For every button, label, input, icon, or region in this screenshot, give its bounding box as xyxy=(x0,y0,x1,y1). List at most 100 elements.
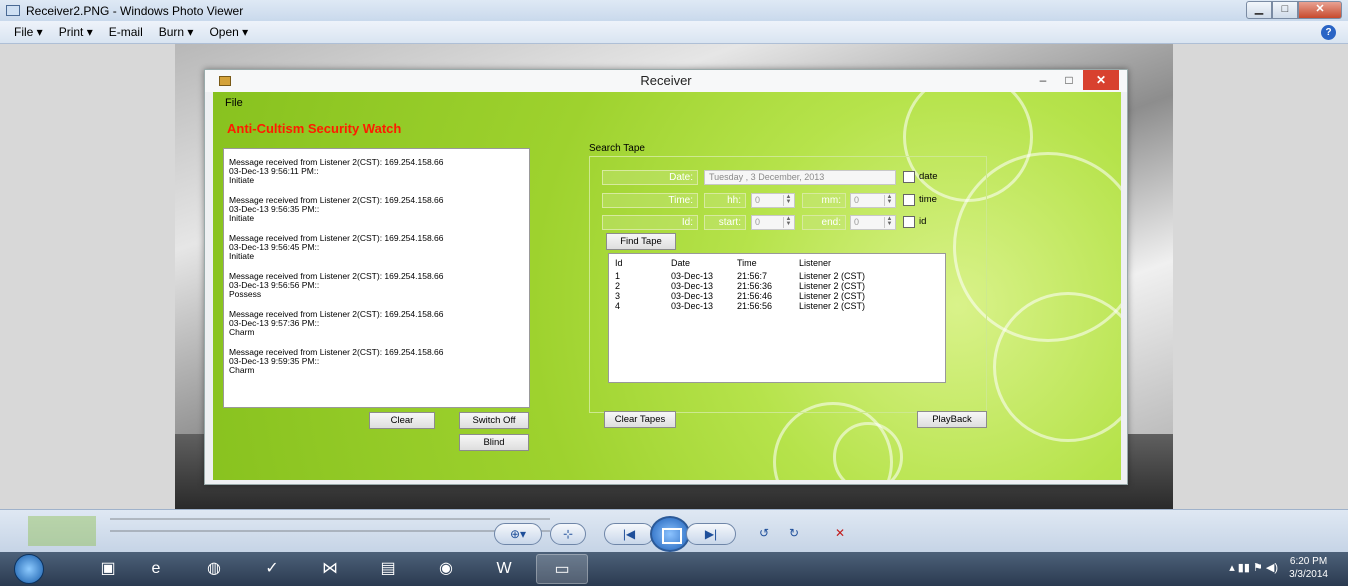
column-id: Id xyxy=(615,258,623,268)
message-body: Charm xyxy=(229,327,255,337)
receiver-titlebar: Receiver – □ ✕ xyxy=(205,70,1127,92)
tape-row: 1 03-Dec-13 21:56:7 Listener 2 (CST) xyxy=(609,271,945,281)
menu-open[interactable]: Open ▾ xyxy=(209,25,248,39)
tape-id: 1 xyxy=(615,271,621,281)
message-body: Charm xyxy=(229,365,255,375)
media-player-icon[interactable]: ▣ xyxy=(82,554,134,584)
hp-icon[interactable]: ◍ xyxy=(188,554,240,584)
swirl-decoration xyxy=(833,422,903,480)
tape-list-header: Id Date Time Listener xyxy=(609,258,945,271)
message-item: Message received from Listener 2(CST): 1… xyxy=(229,272,525,299)
help-icon[interactable]: ? xyxy=(1321,25,1336,40)
photo-viewer-titlebar: Receiver2.PNG - Windows Photo Viewer ▁ □… xyxy=(0,0,1348,21)
mm-value: 0 xyxy=(854,195,860,205)
visual-studio-icon[interactable]: ✓ xyxy=(246,554,298,584)
internet-explorer-icon[interactable]: e xyxy=(130,554,182,584)
message-item: Message received from Listener 2(CST): 1… xyxy=(229,348,525,375)
tape-row: 3 03-Dec-13 21:56:46 Listener 2 (CST) xyxy=(609,291,945,301)
tape-id: 3 xyxy=(615,291,621,301)
tape-date: 03-Dec-13 xyxy=(671,301,714,311)
chrome-icon[interactable]: ◉ xyxy=(420,554,472,584)
word-icon[interactable]: W xyxy=(478,554,530,584)
delete-icon[interactable]: ✕ xyxy=(826,523,854,545)
spinner-arrows-icon: ▲ ▼ xyxy=(783,216,793,228)
file-metadata xyxy=(110,518,550,542)
tape-date: 03-Dec-13 xyxy=(671,281,714,291)
slideshow-icon[interactable] xyxy=(650,516,690,552)
hh-value: 0 xyxy=(755,195,761,205)
tape-date: 03-Dec-13 xyxy=(671,271,714,281)
start-spinner: 0 ▲ ▼ xyxy=(751,215,795,230)
menu-email[interactable]: E-mail xyxy=(109,25,143,39)
rotate-right-icon[interactable]: ↻ xyxy=(780,523,808,545)
clock-time: 6:20 PM xyxy=(1289,556,1328,567)
menu-burn[interactable]: Burn ▾ xyxy=(159,25,194,39)
spinner-arrows-icon: ▲ ▼ xyxy=(884,194,894,206)
clear-button: Clear xyxy=(369,412,435,429)
tape-listener: Listener 2 (CST) xyxy=(799,271,866,281)
maximize-button[interactable]: □ xyxy=(1272,1,1298,19)
photo-viewer-taskbar-icon[interactable]: ▭ xyxy=(536,554,588,584)
message-item: Message received from Listener 2(CST): 1… xyxy=(229,310,525,337)
date-label: Date: xyxy=(602,170,698,185)
search-tape-label: Search Tape xyxy=(589,143,645,154)
taskbar: ▣ e ◍ ✓ ⋈ ▤ ◉ W ▭ ▴ ▮▮ ⚑ ◀) 6:20 PM 3/3/… xyxy=(0,552,1348,586)
file-explorer-icon[interactable]: ▤ xyxy=(362,554,414,584)
column-listener: Listener xyxy=(799,258,832,268)
time-checkbox xyxy=(903,194,915,206)
start-button[interactable] xyxy=(14,554,44,584)
zoom-icon[interactable]: ⊕▾ xyxy=(494,523,542,545)
message-timestamp: 03-Dec-13 9:57:36 PM:: xyxy=(229,318,320,328)
tape-time: 21:56:56 xyxy=(737,301,773,311)
photo-viewer-menu: File ▾ Print ▾ E-mail Burn ▾ Open ▾ ? xyxy=(0,21,1348,44)
tape-row: 4 03-Dec-13 21:56:56 Listener 2 (CST) xyxy=(609,301,945,311)
receiver-app-icon xyxy=(219,76,231,86)
column-date: Date xyxy=(671,258,691,268)
app-heading: Anti-Cultism Security Watch xyxy=(227,121,402,136)
tape-time: 21:56:46 xyxy=(737,291,773,301)
rotate-left-icon[interactable]: ↺ xyxy=(750,523,778,545)
system-tray[interactable]: ▴ ▮▮ ⚑ ◀) xyxy=(1229,561,1278,574)
hh-spinner: 0 ▲ ▼ xyxy=(751,193,795,208)
receiver-minimize-button: – xyxy=(1039,73,1047,87)
id-checkbox xyxy=(903,216,915,228)
close-button[interactable]: ✕ xyxy=(1298,1,1342,19)
visual-studio-2-icon[interactable]: ⋈ xyxy=(304,554,356,584)
tape-id: 2 xyxy=(615,281,621,291)
tape-id: 4 xyxy=(615,301,621,311)
receiver-window: Receiver – □ ✕ File Anti-Cultism Securit… xyxy=(204,69,1128,485)
menu-print[interactable]: Print ▾ xyxy=(59,25,93,39)
receiver-title: Receiver xyxy=(640,73,692,88)
message-log: Message received from Listener 2(CST): 1… xyxy=(223,148,530,408)
file-thumbnail xyxy=(28,516,96,546)
message-timestamp: 03-Dec-13 9:56:45 PM:: xyxy=(229,242,320,252)
playback-button: PlayBack xyxy=(917,411,987,428)
receiver-maximize-button: □ xyxy=(1065,73,1073,87)
end-value: 0 xyxy=(854,217,860,227)
message-body: Initiate xyxy=(229,175,255,185)
time-label: Time: xyxy=(602,193,698,208)
tape-time: 21:56:36 xyxy=(737,281,773,291)
tape-time: 21:56:7 xyxy=(737,271,768,281)
id-label: Id: xyxy=(602,215,698,230)
spinner-arrows-icon: ▲ ▼ xyxy=(783,194,793,206)
date-checkbox xyxy=(903,171,915,183)
hh-label: hh: xyxy=(704,193,746,208)
time-checkbox-label: time xyxy=(919,194,937,205)
message-timestamp: 03-Dec-13 9:59:35 PM:: xyxy=(229,356,320,366)
menu-file[interactable]: File ▾ xyxy=(14,25,43,39)
mm-label: mm: xyxy=(802,193,846,208)
receiver-close-button: ✕ xyxy=(1083,70,1119,90)
message-timestamp: 03-Dec-13 9:56:35 PM:: xyxy=(229,204,320,214)
spinner-arrows-icon: ▲ ▼ xyxy=(884,216,894,228)
tape-row: 2 03-Dec-13 21:56:36 Listener 2 (CST) xyxy=(609,281,945,291)
clock[interactable]: 6:20 PM 3/3/2014 xyxy=(1289,555,1328,581)
end-label: end: xyxy=(802,215,846,230)
tape-listener: Listener 2 (CST) xyxy=(799,291,866,301)
minimize-button[interactable]: ▁ xyxy=(1246,1,1272,19)
next-icon[interactable]: ▶| xyxy=(686,523,736,545)
previous-icon[interactable]: |◀ xyxy=(604,523,654,545)
clock-date: 3/3/2014 xyxy=(1289,569,1328,580)
clear-tapes-button: Clear Tapes xyxy=(604,411,676,428)
actual-size-icon[interactable]: ⊹ xyxy=(550,523,586,545)
